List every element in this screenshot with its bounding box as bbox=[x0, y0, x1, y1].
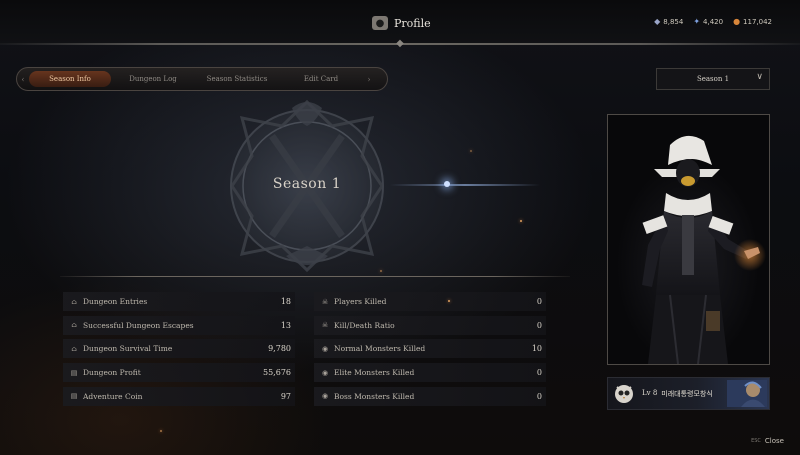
owl-crest-icon bbox=[615, 384, 633, 403]
stat-label: Dungeon Entries bbox=[83, 297, 148, 306]
profile-emblem-icon: ● bbox=[372, 16, 388, 30]
tab-season-info[interactable]: Season Info bbox=[29, 71, 111, 87]
treasure-chest-icon: ▤ bbox=[70, 392, 78, 401]
currency-gem: ◆ 8,854 bbox=[654, 17, 683, 26]
gem-icon: ◆ bbox=[654, 17, 661, 26]
esc-key-icon: ESC bbox=[751, 438, 761, 444]
stat-value: 9,780 bbox=[268, 344, 291, 354]
ember-particle bbox=[160, 430, 162, 432]
player-avatar bbox=[612, 382, 636, 406]
stat-normal-monsters: ◉ Normal Monsters Killed 10 bbox=[314, 339, 546, 359]
stat-label: Dungeon Survival Time bbox=[83, 344, 173, 354]
monster-icon: ◉ bbox=[321, 392, 329, 401]
ember-particle bbox=[448, 300, 450, 302]
currency-shard-value: 4,420 bbox=[703, 17, 724, 26]
skull-icon: ☠ bbox=[321, 321, 329, 330]
stat-kill-death-ratio: ☠ Kill/Death Ratio 0 bbox=[314, 315, 546, 335]
stat-value: 10 bbox=[531, 344, 542, 354]
emblem-season-title: Season 1 bbox=[272, 176, 342, 192]
stats-left-column: ⌂ Dungeon Entries 18 ⌂ Successful Dungeo… bbox=[63, 292, 295, 410]
stat-label: Players Killed bbox=[334, 297, 387, 306]
stat-label: Boss Monsters Killed bbox=[334, 391, 415, 401]
treasure-chest-icon: ▤ bbox=[70, 368, 78, 377]
player-card-text: Lv 8 미래대통령모창식 bbox=[642, 389, 713, 399]
profile-screen: ● Profile ◆ 8,854 ✦ 4,420 ● 117,042 ◆ ‹ … bbox=[0, 0, 800, 455]
tab-edit-card[interactable]: Edit Card bbox=[279, 71, 363, 87]
monster-icon: ◉ bbox=[321, 344, 329, 353]
tab-next-icon[interactable]: › bbox=[363, 75, 375, 84]
ember-particle bbox=[470, 150, 472, 152]
stat-dungeon-entries: ⌂ Dungeon Entries 18 bbox=[63, 292, 295, 311]
light-flare bbox=[390, 184, 540, 186]
season-dropdown-value: Season 1 bbox=[696, 75, 730, 83]
stat-adventure-coin: ▤ Adventure Coin 97 bbox=[63, 386, 295, 406]
stats-divider bbox=[60, 276, 570, 277]
currency-gem-value: 8,854 bbox=[663, 17, 684, 26]
stat-boss-monsters: ◉ Boss Monsters Killed 0 bbox=[314, 386, 546, 406]
ember-particle bbox=[520, 220, 522, 222]
light-flare-core bbox=[444, 181, 450, 187]
tab-bar: ‹ Season Info Dungeon Log Season Statist… bbox=[16, 67, 388, 91]
gold-coin-icon: ● bbox=[733, 17, 741, 26]
stat-value: 97 bbox=[280, 391, 291, 401]
stat-label: Kill/Death Ratio bbox=[334, 320, 395, 330]
dungeon-gate-icon: ⌂ bbox=[71, 297, 77, 306]
currency-shard: ✦ 4,420 bbox=[693, 17, 723, 26]
stats-right-column: ☠ Players Killed 0 ☠ Kill/Death Ratio 0 … bbox=[314, 292, 546, 410]
chevron-down-icon: ∨ bbox=[756, 72, 763, 82]
currency-bar: ◆ 8,854 ✦ 4,420 ● 117,042 bbox=[654, 17, 772, 26]
stat-value: 55,676 bbox=[263, 368, 291, 378]
stat-successful-escapes: ⌂ Successful Dungeon Escapes 13 bbox=[63, 315, 295, 335]
currency-gold: ● 117,042 bbox=[733, 17, 772, 26]
player-name: 미래대통령모창식 bbox=[661, 389, 713, 398]
currency-gold-value: 117,042 bbox=[743, 17, 772, 26]
close-label: Close bbox=[764, 437, 784, 445]
stat-label: Normal Monsters Killed bbox=[334, 344, 426, 354]
page-title-group: ● Profile bbox=[372, 14, 431, 32]
card-background-art-icon bbox=[727, 380, 767, 407]
stat-value: 18 bbox=[280, 297, 291, 306]
player-level: Lv 8 bbox=[642, 388, 658, 397]
monster-icon: ◉ bbox=[321, 368, 329, 377]
tab-dungeon-log[interactable]: Dungeon Log bbox=[111, 71, 195, 87]
stat-label: Adventure Coin bbox=[83, 391, 143, 401]
shard-icon: ✦ bbox=[693, 17, 701, 26]
stat-value: 13 bbox=[280, 320, 291, 330]
dungeon-gate-icon: ⌂ bbox=[71, 344, 77, 353]
dungeon-gate-icon: ⌂ bbox=[71, 321, 77, 330]
stat-elite-monsters: ◉ Elite Monsters Killed 0 bbox=[314, 363, 546, 383]
tab-season-statistics[interactable]: Season Statistics bbox=[195, 71, 279, 87]
stat-value: 0 bbox=[536, 320, 542, 330]
character-portrait bbox=[607, 114, 770, 365]
season-dropdown[interactable]: Season 1 ∨ bbox=[656, 68, 770, 90]
divider-ornament-icon: ◆ bbox=[396, 38, 404, 49]
tab-prev-icon[interactable]: ‹ bbox=[17, 75, 29, 84]
close-hint[interactable]: ESC Close bbox=[751, 437, 784, 445]
stat-label: Dungeon Profit bbox=[83, 368, 141, 378]
stat-dungeon-profit: ▤ Dungeon Profit 55,676 bbox=[63, 363, 295, 383]
skull-icon: ☠ bbox=[321, 297, 329, 306]
ember-particle bbox=[380, 270, 382, 272]
page-title: Profile bbox=[394, 16, 431, 30]
stat-label: Successful Dungeon Escapes bbox=[83, 320, 194, 330]
stat-value: 0 bbox=[536, 368, 542, 378]
stat-survival-time: ⌂ Dungeon Survival Time 9,780 bbox=[63, 339, 295, 359]
stat-players-killed: ☠ Players Killed 0 bbox=[314, 292, 546, 311]
stat-label: Elite Monsters Killed bbox=[334, 368, 415, 378]
character-figure-icon bbox=[642, 135, 766, 364]
player-name-card[interactable]: Lv 8 미래대통령모창식 bbox=[607, 377, 770, 410]
stat-value: 0 bbox=[536, 297, 542, 306]
stat-value: 0 bbox=[536, 391, 542, 401]
